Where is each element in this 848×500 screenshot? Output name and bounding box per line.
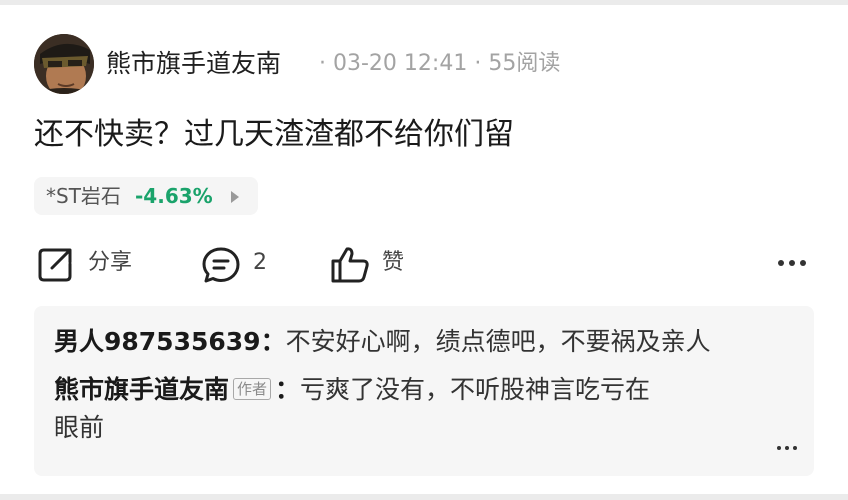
like-button[interactable]: 赞 (330, 242, 420, 286)
comment-item: 熊市旗手道友南 作者 ：亏爽了没有，不听股神言吃亏在 (54, 372, 650, 408)
comment-item: 男人987535639：不安好心啊，绩点德吧，不要祸及亲人 (54, 324, 711, 360)
commenter-name[interactable]: 熊市旗手道友南 (54, 375, 229, 404)
comment-text-continued: 眼前 (54, 413, 105, 442)
avatar[interactable] (34, 34, 94, 94)
comment-text: 亏爽了没有，不听股神言吃亏在 (300, 375, 651, 404)
read-count: 55阅读 (488, 51, 561, 76)
chevron-right-icon (231, 191, 239, 203)
stock-change: -4.63% (135, 184, 213, 208)
stock-name: *ST岩石 (46, 184, 121, 208)
comment-colon: ： (260, 327, 286, 356)
commenter-name[interactable]: 男人987535639 (54, 327, 261, 356)
share-icon (38, 248, 72, 282)
like-label: 赞 (382, 250, 405, 275)
author-name[interactable]: 熊市旗手道友南 (106, 47, 281, 81)
comments-preview[interactable]: 男人987535639：不安好心啊，绩点德吧，不要祸及亲人 熊市旗手道友南 作者：… (34, 306, 814, 476)
comment-button[interactable]: 2 (202, 242, 282, 286)
post-date: 03-20 12:41 (333, 51, 468, 76)
post-text: 还不快卖？过几天渣渣都不给你们留 (34, 117, 514, 152)
comment-count: 2 (253, 250, 267, 275)
comment-colon: ： (275, 375, 301, 404)
comment-text: 不安好心啊，绩点德吧，不要祸及亲人 (285, 327, 711, 356)
bottom-divider (0, 494, 848, 500)
meta-separator: · (474, 51, 482, 76)
post-meta: · 03-20 12:41 · 55阅读 (312, 49, 560, 79)
share-label: 分享 (88, 250, 133, 275)
thumbs-up-icon (331, 247, 369, 283)
stock-tag[interactable]: *ST岩石 -4.63% (34, 177, 258, 215)
meta-separator: · (319, 51, 326, 76)
more-comments-icon[interactable] (775, 444, 799, 454)
comment-icon (202, 247, 240, 283)
author-badge: 作者 (233, 378, 272, 400)
share-button[interactable]: 分享 (36, 242, 146, 286)
top-divider (0, 0, 848, 5)
more-icon[interactable] (774, 258, 810, 270)
